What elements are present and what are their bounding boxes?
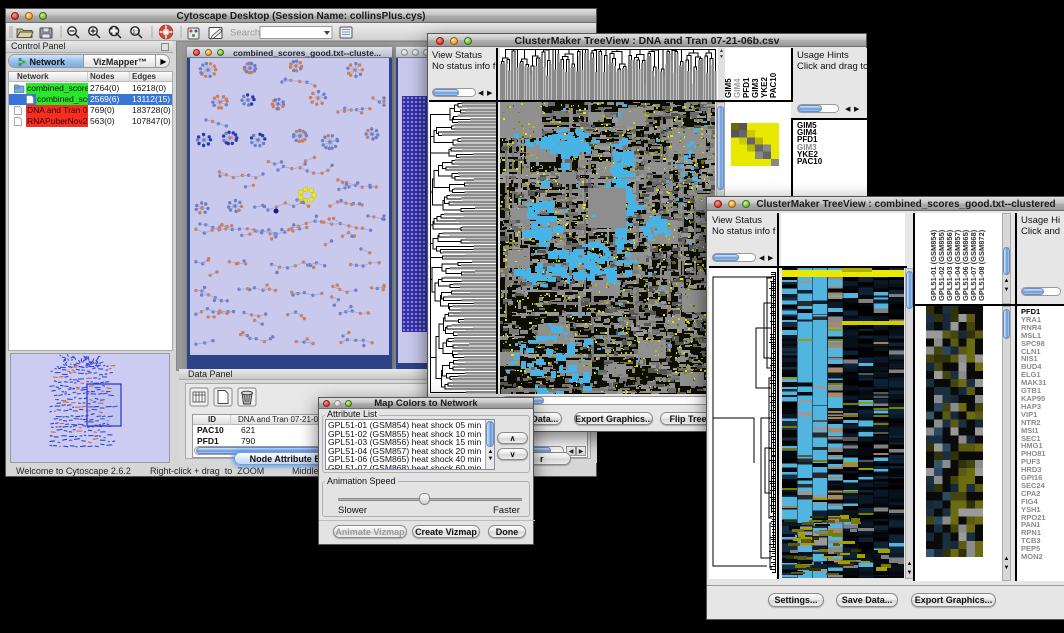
svg-text:Search:: Search: — [230, 28, 263, 39]
svg-text:1:1: 1:1 — [133, 30, 140, 36]
